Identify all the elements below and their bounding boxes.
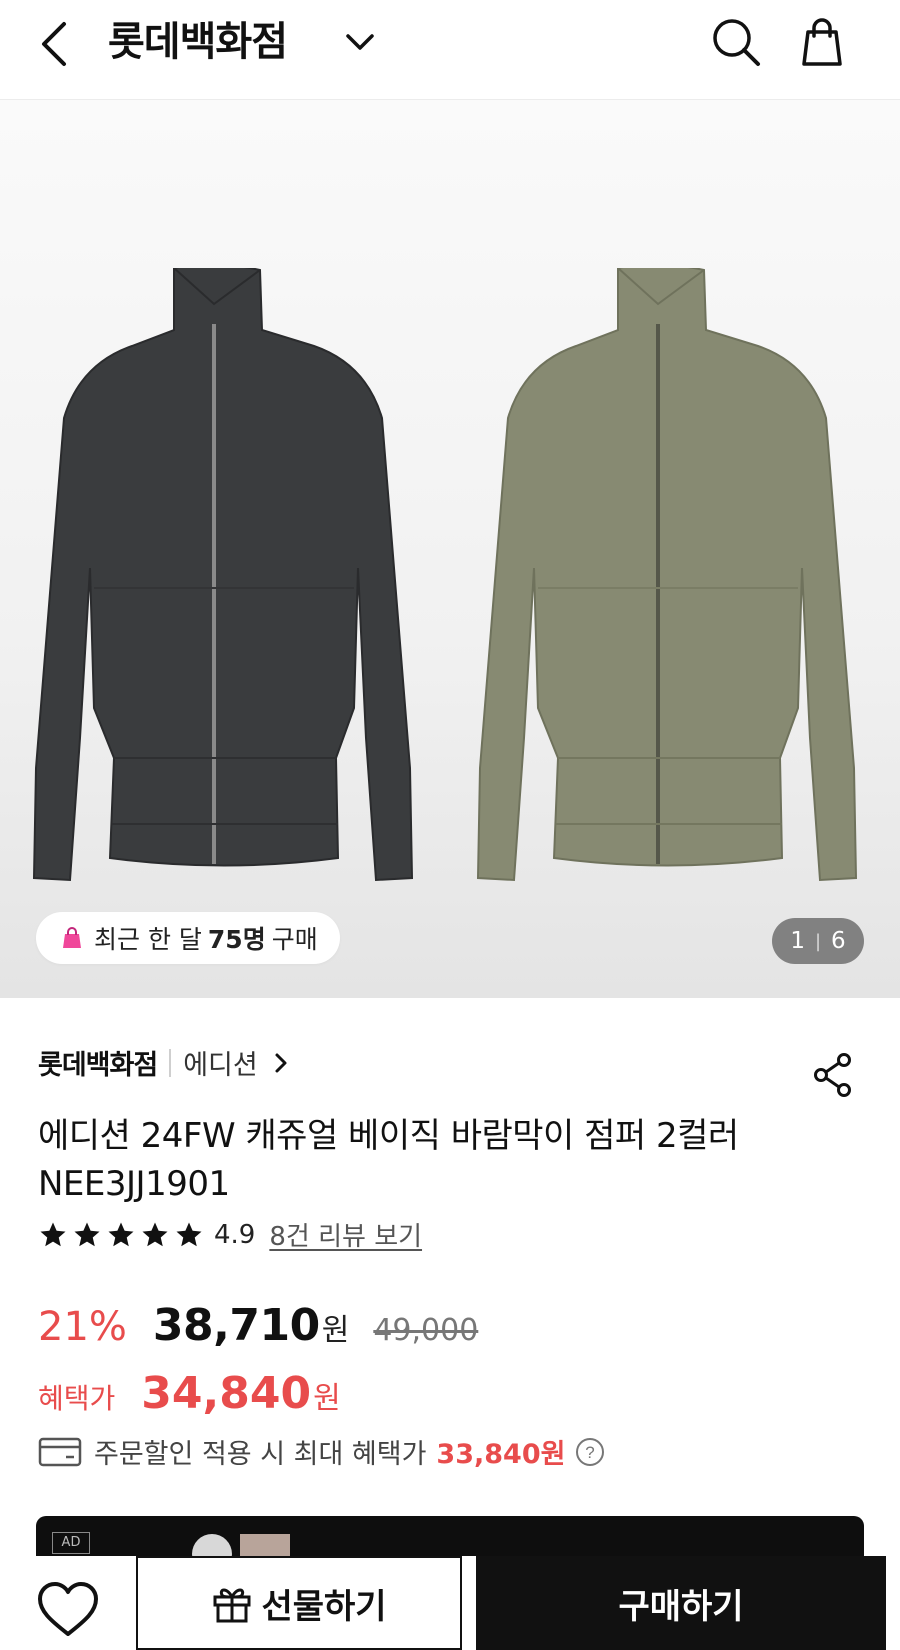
- benefit-label: 혜택가: [38, 1382, 116, 1415]
- svg-text:?: ?: [586, 1443, 595, 1462]
- shopping-bag-icon: [802, 18, 842, 66]
- sale-price-currency: 원: [321, 1313, 350, 1348]
- store-title[interactable]: 롯데백화점: [108, 14, 288, 70]
- ad-tag: AD: [52, 1532, 90, 1554]
- share-icon: [814, 1053, 851, 1097]
- rating-row: 4.9 8건 리뷰 보기: [38, 1216, 422, 1253]
- gift-button-label: 선물하기: [261, 1586, 387, 1627]
- recent-purchase-badge: 최근 한 달 75명 구매: [36, 912, 340, 964]
- brand-breadcrumb[interactable]: 롯데백화점 에디션: [38, 1043, 290, 1082]
- image-page-indicator: 1 | 6: [772, 918, 864, 964]
- benefit-price-currency: 원: [313, 1381, 341, 1416]
- bottom-action-bar: 선물하기 구매하기: [0, 1556, 900, 1650]
- heart-icon: [38, 1582, 98, 1636]
- star-icon: [108, 1222, 134, 1246]
- page-separator: |: [814, 930, 822, 952]
- gift-icon: [213, 1588, 251, 1623]
- recent-suffix: 구매: [271, 925, 318, 954]
- recent-prefix: 최근 한 달: [94, 925, 202, 954]
- original-price: 49,000: [373, 1313, 479, 1348]
- product-title: 에디션 24FW 캐쥬얼 베이직 바람막이 점퍼 2컬러 NEE3JJ1901: [38, 1112, 858, 1208]
- buy-button-label: 구매하기: [618, 1586, 744, 1627]
- brand-store-name: 롯데백화점: [38, 1050, 158, 1081]
- star-icon: [176, 1222, 202, 1246]
- benefit-price-row: 혜택가 34,840 원: [38, 1368, 341, 1419]
- star-icon: [40, 1222, 66, 1246]
- product-image-gallery[interactable]: 최근 한 달 75명 구매 1 | 6: [0, 100, 900, 998]
- search-button[interactable]: [708, 14, 764, 70]
- sale-price: 38,710: [152, 1300, 320, 1351]
- max-benefit-row[interactable]: 주문할인 적용 시 최대 혜택가 33,840원 ?: [38, 1432, 605, 1471]
- shopping-bag-emoji-icon: [63, 927, 81, 948]
- credit-card-icon: [38, 1437, 82, 1466]
- brand-name: 에디션: [183, 1050, 258, 1081]
- search-icon: [713, 19, 760, 66]
- chevron-down-icon: [346, 34, 374, 50]
- discount-rate: 21%: [38, 1304, 127, 1350]
- star-icon: [142, 1222, 168, 1246]
- max-benefit-text: 주문할인 적용 시 최대 혜택가: [94, 1439, 427, 1470]
- star-icon: [74, 1222, 100, 1246]
- product-title-line1: 에디션 24FW 캐쥬얼 베이직 바람막이 점퍼 2컬러: [38, 1116, 739, 1156]
- review-link[interactable]: 8건 리뷰 보기: [269, 1216, 422, 1253]
- star-rating: [38, 1220, 204, 1250]
- page-current: 1: [790, 928, 805, 954]
- recent-count: 75명: [207, 925, 266, 954]
- wishlist-button[interactable]: [36, 1580, 100, 1644]
- back-button[interactable]: [34, 16, 74, 72]
- chevron-right-icon: [275, 1053, 287, 1072]
- top-app-bar: 롯데백화점: [0, 0, 900, 100]
- benefit-price: 34,840: [141, 1368, 312, 1419]
- price-row: 21% 38,710 원 49,000: [38, 1300, 478, 1351]
- store-dropdown-button[interactable]: [342, 26, 378, 58]
- brand-divider: [169, 1048, 172, 1077]
- product-title-line2: NEE3JJ1901: [38, 1164, 230, 1204]
- share-button[interactable]: [812, 1052, 854, 1098]
- max-benefit-amount: 33,840원: [436, 1439, 566, 1470]
- jacket-dark-image: [32, 268, 414, 882]
- back-arrow-icon: [42, 22, 66, 66]
- help-question-icon[interactable]: ?: [575, 1437, 605, 1467]
- gift-button[interactable]: 선물하기: [136, 1556, 462, 1650]
- shopping-bag-button[interactable]: [794, 14, 850, 70]
- buy-button[interactable]: 구매하기: [476, 1556, 886, 1650]
- jacket-khaki-image: [476, 268, 858, 882]
- page-total: 6: [831, 928, 846, 954]
- rating-score: 4.9: [214, 1219, 256, 1250]
